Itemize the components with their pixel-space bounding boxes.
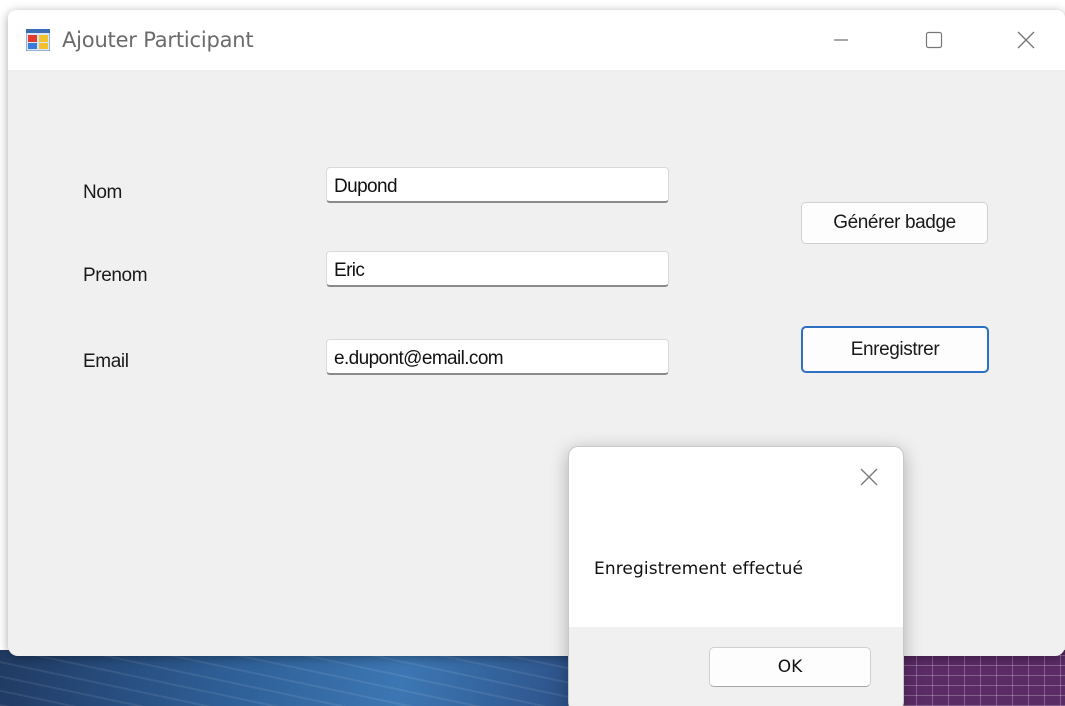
winforms-app-icon (25, 28, 51, 52)
ajouter-participant-window: Ajouter Participant Nom Prenom Email Gén… (8, 10, 1065, 656)
close-icon (859, 467, 879, 492)
window-title: Ajouter Participant (62, 28, 254, 52)
minimize-icon (832, 31, 850, 54)
message-box-footer: OK (569, 627, 903, 706)
prenom-label: Prenom (83, 265, 148, 286)
prenom-input[interactable] (326, 251, 669, 287)
nom-input[interactable] (326, 167, 669, 203)
maximize-icon (924, 30, 944, 55)
ok-button[interactable]: OK (709, 647, 871, 687)
message-box-text: Enregistrement effectué (594, 559, 803, 579)
minimize-button[interactable] (818, 22, 864, 62)
email-input[interactable] (326, 339, 669, 375)
title-bar[interactable]: Ajouter Participant (8, 10, 1065, 70)
maximize-button[interactable] (911, 22, 957, 62)
enregistrer-button[interactable]: Enregistrer (801, 326, 989, 373)
email-label: Email (83, 351, 129, 372)
generer-badge-button[interactable]: Générer badge (801, 202, 988, 244)
message-box-close-button[interactable] (851, 461, 887, 497)
close-icon (1016, 30, 1036, 55)
close-button[interactable] (1003, 22, 1049, 62)
desktop-wallpaper-pattern (900, 655, 1065, 706)
nom-label: Nom (83, 182, 122, 203)
message-box-dialog: Enregistrement effectué OK (568, 446, 904, 706)
